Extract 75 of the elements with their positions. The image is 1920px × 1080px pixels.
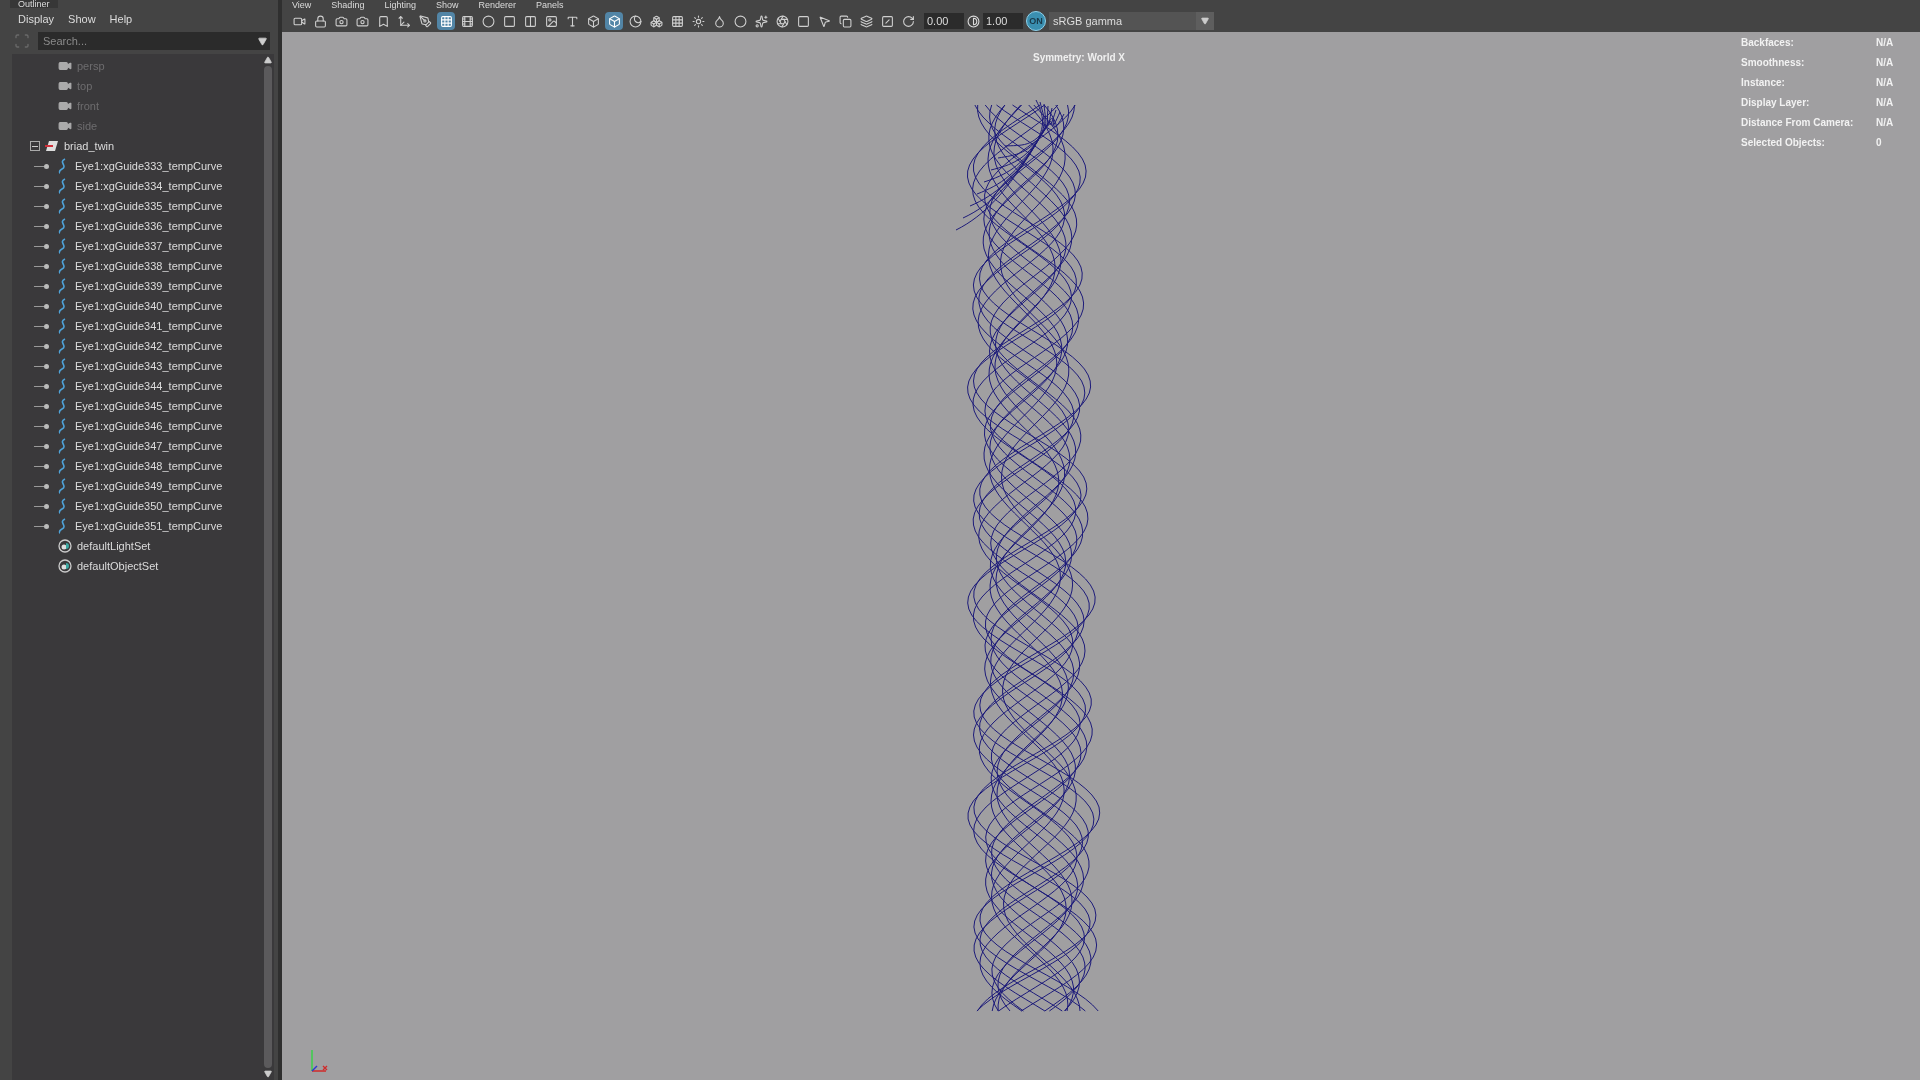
hud-value: N/A <box>1876 55 1895 70</box>
outliner-item[interactable]: Eye1:xgGuide343_tempCurve <box>12 356 262 376</box>
hud-label: Distance From Camera: <box>1741 115 1855 130</box>
hud-label: Display Layer: <box>1741 95 1811 110</box>
dropdown-icon[interactable] <box>257 36 267 46</box>
gamma-field[interactable]: 1.00 <box>983 13 1023 29</box>
outliner-item[interactable]: Eye1:xgGuide336_tempCurve <box>12 216 262 236</box>
outliner-item[interactable]: Eye1:xgGuide347_tempCurve <box>12 436 262 456</box>
outliner-item[interactable]: Eye1:xgGuide344_tempCurve <box>12 376 262 396</box>
aperture-icon[interactable] <box>773 12 791 30</box>
dropdown-icon[interactable] <box>1201 17 1209 25</box>
set-icon <box>58 559 72 573</box>
outliner-item[interactable]: Eye1:xgGuide337_tempCurve <box>12 236 262 256</box>
hud-label: Smoothness: <box>1741 55 1806 70</box>
hud-value: 0 <box>1876 135 1883 150</box>
camera-icon <box>58 59 72 73</box>
view-transform-dropdown[interactable]: sRGB gamma <box>1049 12 1214 30</box>
search-options-button[interactable] <box>254 32 270 50</box>
menu-item[interactable]: Help <box>109 10 133 28</box>
menu-item[interactable]: Show <box>68 10 96 28</box>
outliner-item[interactable]: Eye1:xgGuide334_tempCurve <box>12 176 262 196</box>
hud-label: Selected Objects: <box>1741 135 1826 150</box>
layers-icon[interactable] <box>857 12 875 30</box>
scroll-down-icon[interactable] <box>264 1070 272 1078</box>
gamma-icon <box>967 14 980 28</box>
outliner-item[interactable]: briad_twin <box>12 136 262 156</box>
half-circle-icon[interactable] <box>626 12 644 30</box>
menu-item[interactable]: Shading <box>331 0 365 10</box>
outliner-item[interactable]: Eye1:xgGuide345_tempCurve <box>12 396 262 416</box>
menu-item[interactable]: Show <box>435 0 459 10</box>
cube-icon[interactable] <box>605 12 623 30</box>
scrollbar[interactable] <box>262 54 274 1080</box>
outliner-item[interactable]: Eye1:xgGuide335_tempCurve <box>12 196 262 216</box>
outliner-item[interactable]: Eye1:xgGuide338_tempCurve <box>12 256 262 276</box>
outliner-item[interactable]: Eye1:xgGuide339_tempCurve <box>12 276 262 296</box>
hud-value: N/A <box>1876 75 1895 90</box>
menu-item[interactable]: Panels <box>535 0 564 10</box>
camera-icon <box>58 99 72 113</box>
menu-item[interactable]: Display <box>18 10 55 28</box>
hud-value: N/A <box>1876 95 1895 110</box>
hud-value: N/A <box>1876 35 1895 50</box>
camera-icon <box>58 79 72 93</box>
outliner-item[interactable]: Eye1:xgGuide348_tempCurve <box>12 456 262 476</box>
menu-item[interactable]: Lighting <box>384 0 416 10</box>
outliner-item[interactable]: Eye1:xgGuide351_tempCurve <box>12 516 262 536</box>
exposure-field[interactable]: 0.00 <box>924 13 964 29</box>
outliner-item[interactable]: defaultLightSet <box>12 536 262 556</box>
hud-label: Backfaces: <box>1741 35 1795 50</box>
collapse-icon[interactable] <box>30 141 40 151</box>
menu-item[interactable]: View <box>292 0 312 10</box>
transform-icon <box>45 140 59 152</box>
hud-value: N/A <box>1876 115 1895 130</box>
outliner-item[interactable]: Eye1:xgGuide342_tempCurve <box>12 336 262 356</box>
outliner-tab[interactable]: Outliner <box>10 0 58 8</box>
sun-icon[interactable] <box>689 12 707 30</box>
sparkle-icon[interactable] <box>752 12 770 30</box>
outliner-item[interactable]: Eye1:xgGuide341_tempCurve <box>12 316 262 336</box>
hud-label: Instance: <box>1741 75 1786 90</box>
scroll-up-icon[interactable] <box>264 56 272 64</box>
outliner-item[interactable]: defaultObjectSet <box>12 556 262 576</box>
copy-icon[interactable] <box>836 12 854 30</box>
outliner-item[interactable]: Eye1:xgGuide349_tempCurve <box>12 476 262 496</box>
circle-icon[interactable] <box>731 12 749 30</box>
symmetry-label: Symmetry: World X <box>1032 51 1126 65</box>
outliner-item[interactable]: Eye1:xgGuide346_tempCurve <box>12 416 262 436</box>
outliner-item[interactable]: Eye1:xgGuide333_tempCurve <box>12 156 262 176</box>
circle-icon[interactable] <box>479 12 497 30</box>
set-icon <box>58 539 72 553</box>
search-field[interactable]: Search... <box>38 32 254 50</box>
outliner-item[interactable]: Eye1:xgGuide350_tempCurve <box>12 496 262 516</box>
outliner-item[interactable]: Eye1:xgGuide340_tempCurve <box>12 296 262 316</box>
menu-item[interactable]: Renderer <box>478 0 516 10</box>
camera-icon <box>58 119 72 133</box>
pen-icon[interactable] <box>416 12 434 30</box>
grid-icon[interactable] <box>437 12 455 30</box>
